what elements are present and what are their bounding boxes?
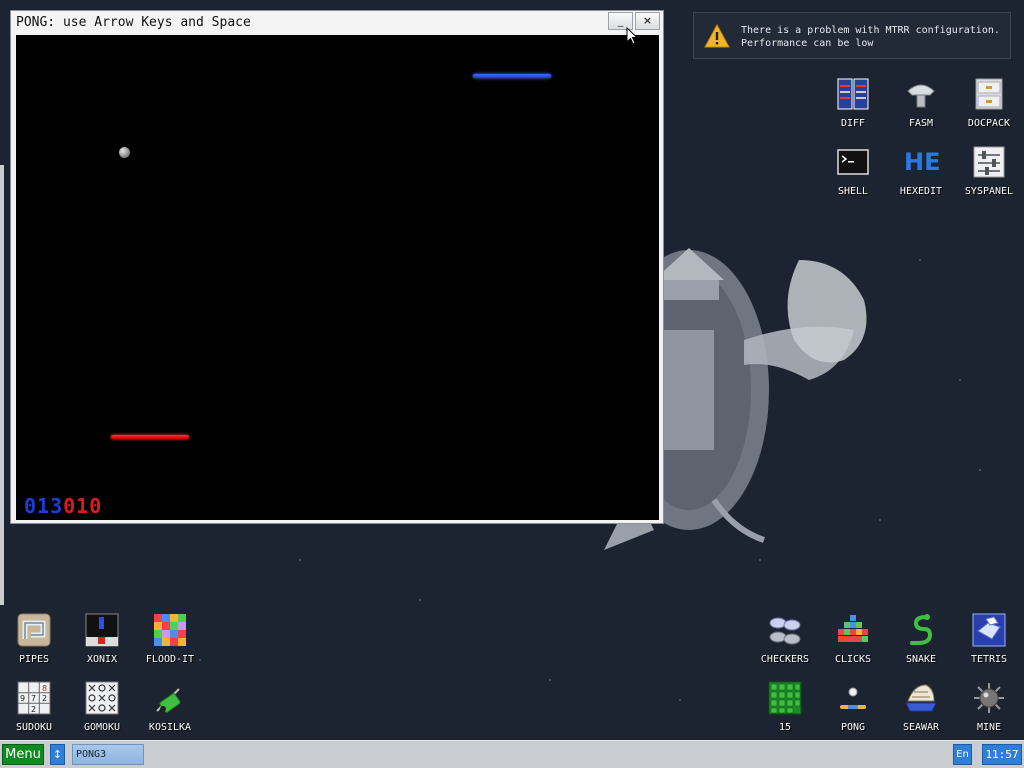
icon-label: CHECKERS — [760, 654, 810, 665]
desktop-icon-syspanel[interactable]: SYSPANEL — [955, 145, 1023, 211]
mouse-cursor-icon — [626, 27, 638, 45]
pong-icon — [840, 687, 866, 709]
red-score: 010 — [63, 494, 103, 518]
icon-label: CLICKS — [834, 654, 872, 665]
desktop-icon-15[interactable]: 15 — [751, 681, 819, 747]
svg-text:9: 9 — [20, 694, 25, 703]
desktop-icon-kosilka[interactable]: KOSILKA — [136, 681, 204, 747]
taskbar: Menu ↕ PONG3 En 11:57 — [0, 740, 1024, 768]
svg-text:8: 8 — [42, 684, 47, 693]
notification-line-1: There is a problem with MTRR configurati… — [741, 25, 1000, 36]
icon-label: MINE — [976, 722, 1002, 733]
language-indicator[interactable]: En — [953, 744, 972, 765]
icon-label: SYSPANEL — [964, 186, 1014, 197]
syspanel-icon — [973, 146, 1005, 178]
mtrr-warning-notification[interactable]: There is a problem with MTRR configurati… — [693, 12, 1011, 59]
icon-label: GOMOKU — [83, 722, 121, 733]
swap-arrows-button[interactable]: ↕ — [50, 744, 65, 765]
icon-label: SEAWAR — [902, 722, 940, 733]
window-titlebar[interactable]: PONG: use Arrow Keys and Space _ × — [11, 11, 663, 34]
fasm-icon — [907, 84, 935, 108]
icon-label: PONG — [840, 722, 866, 733]
svg-text:2: 2 — [31, 705, 36, 714]
minimize-icon: _ — [617, 14, 624, 27]
kosilka-icon — [156, 688, 181, 714]
gomoku-icon — [85, 681, 119, 715]
shell-icon — [837, 149, 869, 175]
svg-text:7: 7 — [31, 694, 36, 703]
desktop-icon-diff[interactable]: DIFF — [819, 77, 887, 143]
blue-paddle — [473, 74, 551, 78]
clicks-icon — [838, 615, 868, 642]
icon-label: HEXEDIT — [899, 186, 943, 197]
icon-label: SUDOKU — [15, 722, 53, 733]
desktop-icon-pipes[interactable]: PIPES — [0, 613, 68, 679]
clock[interactable]: 11:57 — [982, 744, 1022, 765]
icon-label: PIPES — [18, 654, 50, 665]
desktop-icon-sudoku[interactable]: 8 9 7 2 2 SUDOKU — [0, 681, 68, 747]
close-icon: × — [642, 14, 653, 27]
notification-line-2: Performance can be low — [741, 38, 874, 49]
svg-text:2: 2 — [42, 694, 47, 703]
up-down-arrow-icon: ↕ — [52, 748, 63, 761]
pong-ball — [119, 147, 130, 158]
icon-label: XONIX — [86, 654, 118, 665]
left-edge-panel — [0, 165, 4, 605]
desktop-icon-fasm[interactable]: FASM — [887, 77, 955, 143]
mine-icon — [974, 683, 1004, 713]
desktop-icon-gomoku[interactable]: GOMOKU — [68, 681, 136, 747]
desktop-icon-flood-it[interactable]: FLOOD-IT — [136, 613, 204, 679]
window-title: PONG: use Arrow Keys and Space — [16, 15, 251, 30]
desktop-icon-seawar[interactable]: SEAWAR — [887, 681, 955, 747]
desktop-icon-docpack[interactable]: DOCPACK — [955, 77, 1023, 143]
notification-message: There is a problem with MTRR configurati… — [741, 24, 1000, 50]
desktop-icon-checkers[interactable]: CHECKERS — [751, 613, 819, 679]
desktop-icon-mine[interactable]: MINE — [955, 681, 1023, 747]
sudoku-icon: 8 9 7 2 2 — [17, 681, 51, 715]
desktop-icon-hexedit[interactable]: HE HEXEDIT — [887, 145, 955, 211]
pipes-icon — [17, 613, 51, 647]
pong-window[interactable]: PONG: use Arrow Keys and Space _ × 01301… — [10, 10, 664, 524]
icon-label: 15 — [778, 722, 792, 733]
menu-button[interactable]: Menu — [2, 744, 44, 765]
docpack-icon — [975, 78, 1003, 110]
icon-label: DIFF — [840, 118, 866, 129]
seawar-icon — [905, 684, 937, 712]
pong-game-field[interactable]: 013010 — [16, 35, 659, 520]
diff-icon — [837, 78, 869, 110]
checkers-icon — [769, 617, 801, 645]
snake-icon — [910, 614, 933, 645]
icon-label: SNAKE — [905, 654, 937, 665]
icon-label: FLOOD-IT — [145, 654, 195, 665]
fifteen-icon — [768, 681, 802, 715]
xonix-icon — [85, 613, 119, 647]
icon-label: KOSILKA — [148, 722, 192, 733]
desktop-icon-snake[interactable]: SNAKE — [887, 613, 955, 679]
icon-label: DOCPACK — [967, 118, 1011, 129]
desktop-icon-xonix[interactable]: XONIX — [68, 613, 136, 679]
desktop-icon-pong[interactable]: PONG — [819, 681, 887, 747]
red-paddle — [111, 435, 189, 439]
warning-icon — [704, 24, 730, 48]
taskbar-item-pong3[interactable]: PONG3 — [72, 744, 144, 765]
flood-it-icon — [154, 614, 186, 646]
desktop-icon-shell[interactable]: SHELL — [819, 145, 887, 211]
desktop-icon-tetris[interactable]: TETRIS — [955, 613, 1023, 679]
icon-label: FASM — [908, 118, 934, 129]
score-display: 013010 — [24, 494, 102, 518]
icon-label: SHELL — [837, 186, 869, 197]
tetris-icon — [972, 613, 1006, 647]
desktop-icon-clicks[interactable]: CLICKS — [819, 613, 887, 679]
hexedit-icon: HE — [904, 148, 941, 176]
close-button[interactable]: × — [635, 12, 660, 30]
icon-label: TETRIS — [970, 654, 1008, 665]
blue-score: 013 — [24, 494, 64, 518]
